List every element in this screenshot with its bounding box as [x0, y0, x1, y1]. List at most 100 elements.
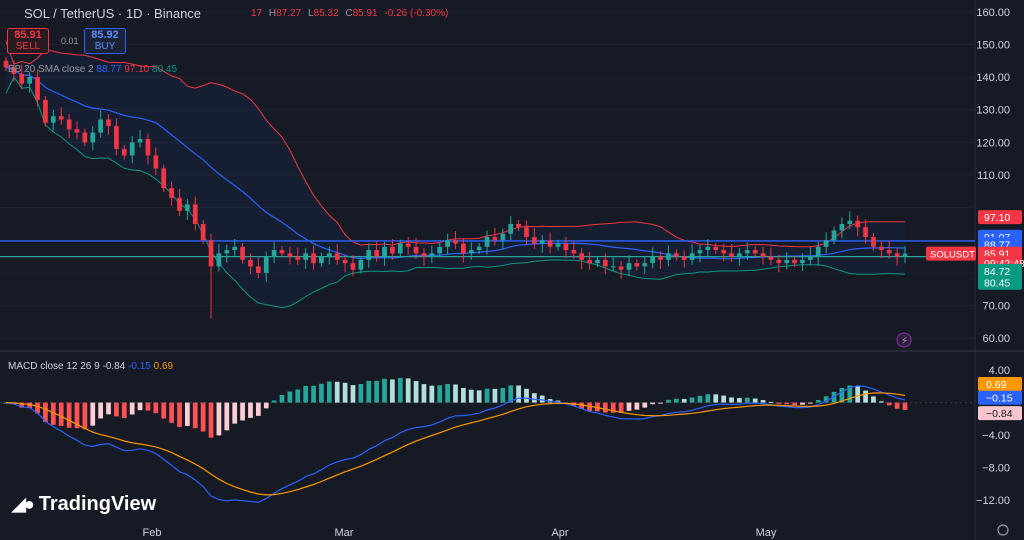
- candle-body: [760, 253, 766, 257]
- candle-body: [768, 256, 774, 260]
- macd-histogram-bar: [453, 384, 458, 403]
- macd-histogram-bar: [792, 402, 797, 406]
- candle-body: [681, 256, 687, 260]
- price-tick-label: 140.00: [976, 72, 1010, 84]
- macd-histogram-bar: [681, 399, 687, 403]
- candle-body: [350, 263, 356, 270]
- macd-histogram-bar: [263, 402, 269, 409]
- macd-histogram-bar: [295, 389, 301, 403]
- candle-body: [886, 250, 892, 254]
- candle-body: [705, 246, 711, 251]
- macd-histogram-bar: [271, 400, 277, 403]
- macd-tick-label: 4.00: [989, 365, 1010, 377]
- price-chart[interactable]: 60.00 70.00 110.00 120.00 130.00 140.00 150.00…: [0, 0, 1024, 540]
- candle-body: [295, 256, 301, 260]
- macd-histogram-bar: [658, 402, 663, 404]
- macd-histogram-bar: [650, 402, 656, 405]
- candle-body: [342, 259, 348, 264]
- bb-legend-upper: 97.10: [124, 64, 150, 75]
- sell-button[interactable]: 85.91 SELL: [7, 28, 49, 54]
- ohlc-close-label: C: [345, 8, 353, 19]
- macd-histogram-bar: [437, 385, 443, 403]
- candle-body: [484, 237, 490, 247]
- ohlc-high: 87.27: [276, 8, 302, 19]
- macd-legend[interactable]: MACD close 12 26 9 -0.84 -0.15 0.69: [8, 361, 173, 372]
- macd-histogram-bar: [319, 383, 324, 403]
- candle-body: [815, 246, 821, 257]
- candle-body: [531, 237, 537, 244]
- candle-body: [800, 259, 805, 264]
- macd-histogram-bar: [192, 402, 198, 429]
- x-axis-label: Feb: [143, 527, 162, 539]
- macd-legend-hist: -0.84: [102, 361, 126, 372]
- candle-body: [871, 237, 876, 247]
- buy-price: 85.92: [91, 29, 119, 41]
- macd-histogram-bar: [894, 402, 900, 409]
- candle-body: [271, 250, 277, 257]
- candle-body: [610, 266, 616, 268]
- macd-histogram-bar: [484, 388, 490, 403]
- candle-body: [303, 253, 309, 260]
- candle-body: [216, 253, 222, 267]
- candle-body: [27, 77, 33, 84]
- price-tick-label: 150.00: [976, 39, 1010, 51]
- macd-histogram-bar: [524, 388, 529, 403]
- macd-histogram-bar: [382, 378, 387, 403]
- candle-body: [697, 250, 703, 254]
- macd-histogram-bar: [744, 397, 750, 403]
- macd-histogram-bar: [413, 381, 419, 403]
- candle-body: [744, 250, 750, 254]
- macd-value-text: −0.84: [986, 408, 1013, 420]
- candle-body: [587, 259, 592, 264]
- price-tick-label: 120.00: [976, 137, 1010, 149]
- macd-histogram-bar: [279, 395, 285, 403]
- candle-body: [358, 259, 364, 270]
- symbol-title[interactable]: SOL / TetherUS · 1D · Binance: [24, 6, 201, 21]
- candle-body: [721, 250, 726, 254]
- macd-histogram-bar: [232, 402, 238, 424]
- candle-body: [902, 253, 908, 257]
- macd-histogram-bar: [800, 402, 805, 405]
- candle-body: [878, 246, 884, 251]
- candle-body: [476, 246, 482, 251]
- candle-body: [595, 259, 600, 264]
- candle-body: [224, 250, 230, 254]
- candle-body: [90, 132, 96, 143]
- macd-histogram-bar: [902, 402, 908, 410]
- macd-histogram-bar: [137, 402, 143, 411]
- candle-body: [153, 155, 159, 169]
- candle-body: [855, 220, 861, 228]
- macd-histogram-bar: [240, 402, 245, 421]
- macd-histogram-bar: [287, 391, 293, 403]
- buy-button[interactable]: 85.92 BUY: [84, 28, 126, 54]
- candle-body: [453, 240, 458, 244]
- candle-body: [129, 142, 135, 156]
- candle-body: [634, 263, 640, 267]
- macd-histogram-bar: [405, 378, 411, 403]
- candle-body: [82, 132, 88, 143]
- candle-body: [571, 250, 577, 254]
- candle-body: [894, 253, 900, 257]
- x-axis-label: May: [756, 527, 777, 539]
- macd-histogram-bar: [169, 402, 174, 423]
- macd-histogram-bar: [374, 380, 380, 403]
- candle-body: [752, 250, 758, 254]
- macd-histogram-bar: [768, 401, 774, 403]
- candle-body: [311, 253, 316, 264]
- macd-histogram-bar: [500, 387, 506, 403]
- macd-value-text: 0.69: [986, 379, 1007, 391]
- macd-histogram-bar: [476, 390, 482, 403]
- candle-body: [673, 253, 679, 257]
- ohlc-close: 85.91: [352, 8, 378, 19]
- macd-histogram-bar: [878, 401, 884, 403]
- macd-histogram-bar: [421, 384, 427, 403]
- buy-label: BUY: [94, 41, 116, 52]
- macd-histogram-bar: [185, 402, 190, 426]
- candle-body: [161, 168, 167, 189]
- candle-body: [823, 240, 829, 247]
- candle-body: [579, 253, 585, 260]
- macd-value-text: −0.15: [986, 393, 1013, 405]
- price-label-text: 80.45: [984, 278, 1010, 290]
- tradingview-logo[interactable]: ◢● TradingView: [12, 493, 156, 516]
- bb-legend[interactable]: BB 20 SMA close 2 88.77 97.10 80.45: [8, 64, 177, 75]
